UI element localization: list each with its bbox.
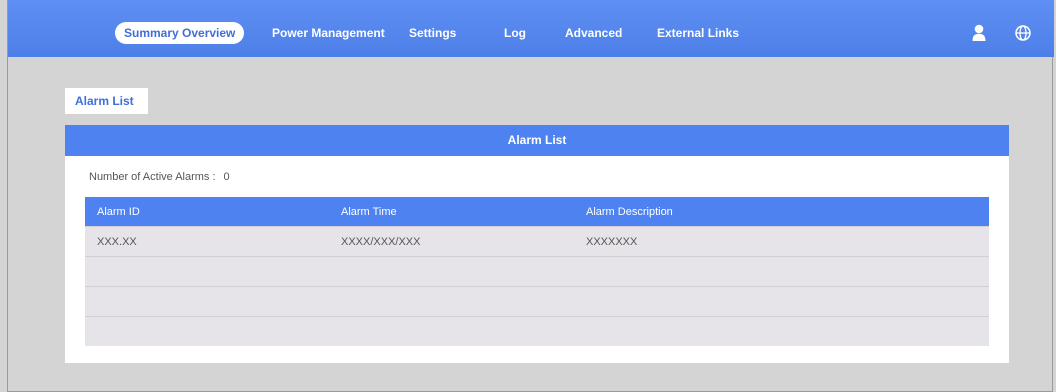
header-alarm-id: Alarm ID <box>97 205 140 218</box>
table-row: XXX.XX XXXX/XXX/XXX XXXXXXX <box>85 226 989 256</box>
card-title: Alarm List <box>65 125 1009 156</box>
app-frame: Summary Overview Power Management Settin… <box>7 0 1054 392</box>
user-icon[interactable] <box>970 23 988 43</box>
nav-log[interactable]: Log <box>504 22 526 44</box>
header-alarm-description: Alarm Description <box>586 205 673 218</box>
nav-summary-overview[interactable]: Summary Overview <box>115 22 245 44</box>
alarm-table: Alarm ID Alarm Time Alarm Description XX… <box>85 197 989 346</box>
table-row <box>85 256 989 286</box>
nav-settings[interactable]: Settings <box>409 22 456 44</box>
globe-icon[interactable] <box>1014 23 1032 43</box>
active-alarms-summary: Number of Active Alarms : 0 <box>89 171 230 183</box>
cell-alarm-id: XXX.XX <box>97 235 137 248</box>
nav-external-links[interactable]: External Links <box>657 22 739 44</box>
alarm-list-card: Alarm List Number of Active Alarms : 0 Al… <box>65 125 1009 363</box>
table-row <box>85 286 989 316</box>
cell-alarm-description: XXXXXXX <box>586 235 638 248</box>
nav-power-management[interactable]: Power Management <box>272 22 385 44</box>
active-alarms-count: 0 <box>223 171 230 183</box>
table-header: Alarm ID Alarm Time Alarm Description <box>85 197 989 226</box>
top-navigation: Summary Overview Power Management Settin… <box>8 0 1054 57</box>
cell-alarm-time: XXXX/XXX/XXX <box>341 235 421 248</box>
header-alarm-time: Alarm Time <box>341 205 397 218</box>
tab-alarm-list[interactable]: Alarm List <box>65 88 148 114</box>
nav-advanced[interactable]: Advanced <box>565 22 622 44</box>
table-row <box>85 316 989 346</box>
active-alarms-label: Number of Active Alarms : <box>89 171 216 183</box>
